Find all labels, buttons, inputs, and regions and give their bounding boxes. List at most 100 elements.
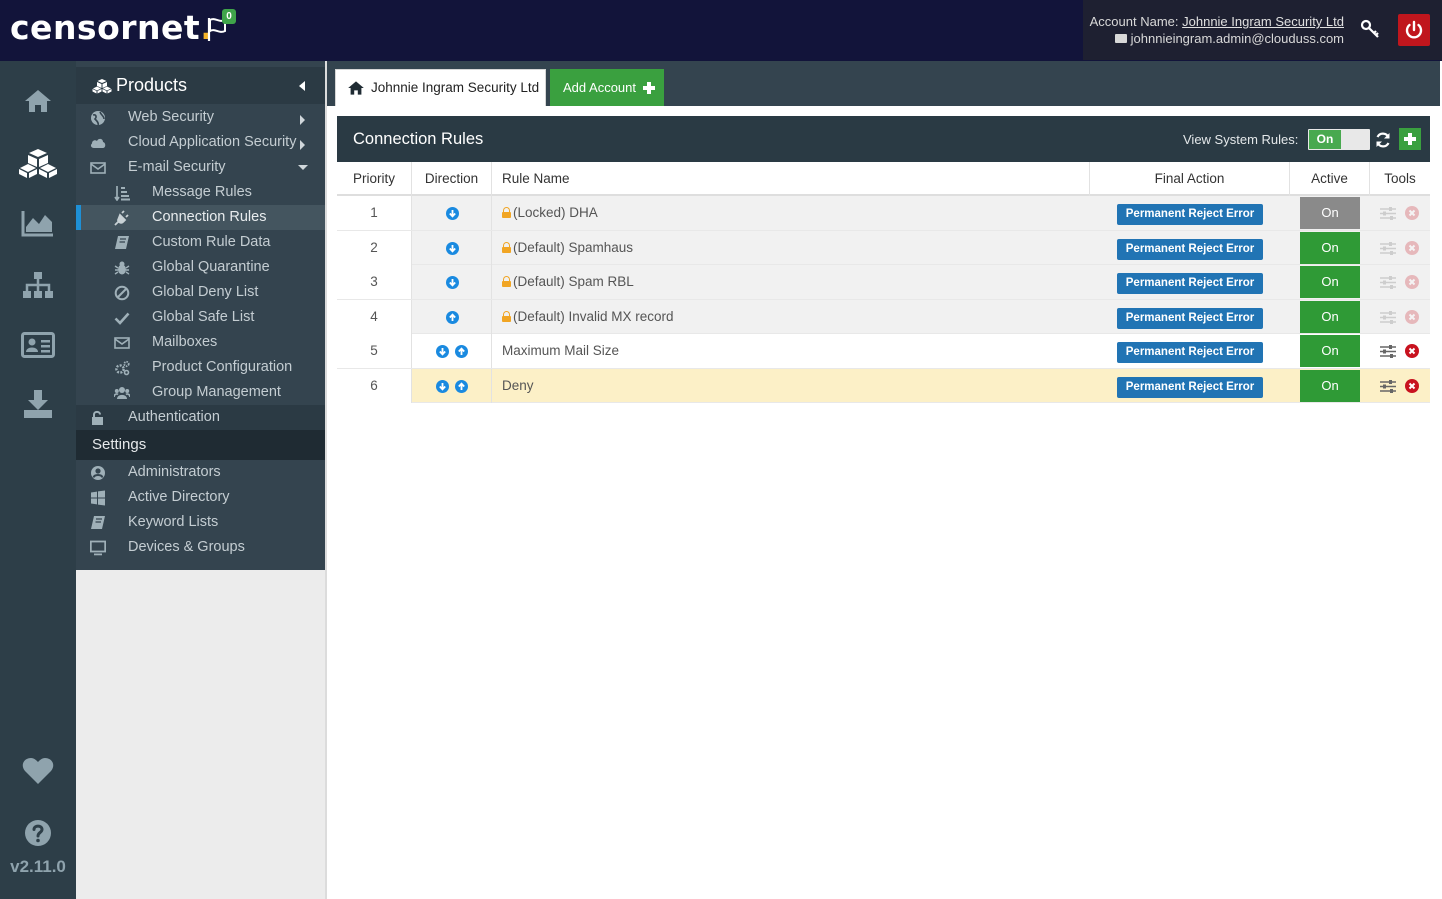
- collapse-caret-icon[interactable]: [299, 81, 305, 91]
- final-action-badge[interactable]: Permanent Reject Error: [1117, 238, 1263, 260]
- active-toggle[interactable]: On: [1300, 266, 1360, 298]
- rail-products[interactable]: [0, 138, 76, 188]
- sidebar-item-global-deny-list[interactable]: Global Deny List: [76, 280, 325, 305]
- settings-sliders-icon[interactable]: [1380, 310, 1396, 324]
- column-header-direction[interactable]: Direction: [412, 162, 492, 196]
- rule-name-cell[interactable]: (Default) Spam RBL: [502, 265, 1082, 299]
- bug-icon: [114, 261, 130, 275]
- rule-name-cell[interactable]: (Default) Spamhaus: [502, 231, 1082, 265]
- lock-icon: [502, 241, 511, 253]
- delete-rule-icon[interactable]: [1405, 344, 1419, 358]
- settings-sliders-icon[interactable]: [1380, 276, 1396, 289]
- active-toggle[interactable]: On: [1300, 335, 1360, 367]
- rule-direction: [412, 334, 492, 368]
- sidebar-item-cloud-app-security[interactable]: Cloud Application Security: [76, 130, 325, 155]
- refresh-icon[interactable]: [1374, 131, 1392, 149]
- rule-name-cell[interactable]: (Locked) DHA: [502, 196, 1082, 230]
- sort-icon: [114, 186, 130, 201]
- settings-sliders-icon[interactable]: [1380, 345, 1396, 358]
- settings-sliders-icon[interactable]: [1380, 379, 1396, 393]
- key-icon[interactable]: [1360, 18, 1382, 40]
- logout-power-button[interactable]: [1398, 14, 1430, 46]
- final-action-badge[interactable]: Permanent Reject Error: [1117, 204, 1263, 225]
- user-card-icon: [21, 332, 55, 358]
- final-action-badge[interactable]: Permanent Reject Error: [1117, 342, 1263, 363]
- rail-reports[interactable]: [0, 198, 76, 248]
- rail-help[interactable]: [0, 808, 76, 858]
- sidebar-item-global-safe-list[interactable]: Global Safe List: [76, 305, 325, 330]
- sidebar-item-label: Custom Rule Data: [152, 234, 271, 250]
- rail-users[interactable]: [0, 320, 76, 370]
- sidebar-item-administrators[interactable]: Administrators: [76, 460, 325, 485]
- final-action-badge[interactable]: Permanent Reject Error: [1117, 376, 1263, 398]
- add-account-button[interactable]: Add Account: [550, 69, 664, 106]
- sidebar-item-active-directory[interactable]: Active Directory: [76, 485, 325, 510]
- rule-name-cell[interactable]: Deny: [502, 369, 1082, 403]
- sidebar-item-authentication[interactable]: Authentication: [76, 405, 325, 430]
- rule-name-cell[interactable]: (Default) Invalid MX record: [502, 300, 1082, 334]
- page-title: Connection Rules: [353, 130, 484, 148]
- sidebar-item-email-security[interactable]: E-mail Security: [76, 155, 325, 180]
- delete-rule-icon[interactable]: [1405, 378, 1419, 393]
- rule-priority: 5: [337, 334, 412, 368]
- rail-favourites[interactable]: [0, 746, 76, 796]
- settings-sliders-icon[interactable]: [1380, 241, 1396, 255]
- active-toggle[interactable]: On: [1300, 231, 1360, 264]
- sidebar-item-keyword-lists[interactable]: Keyword Lists: [76, 510, 325, 535]
- rule-priority: 3: [337, 265, 412, 299]
- sidebar-item-web-security[interactable]: Web Security: [76, 105, 325, 130]
- products-cubes-icon: [19, 149, 57, 178]
- products-header[interactable]: Products: [76, 67, 325, 104]
- rule-name-cell[interactable]: Maximum Mail Size: [502, 334, 1082, 368]
- settings-sliders-icon[interactable]: [1380, 207, 1396, 220]
- delete-rule-icon[interactable]: [1405, 206, 1419, 220]
- sidebar-item-custom-rule-data[interactable]: Custom Rule Data: [76, 230, 325, 255]
- table-row[interactable]: 4 (Default) Invalid MX record Permanent Re…: [337, 299, 1430, 334]
- final-action-badge[interactable]: Permanent Reject Error: [1117, 273, 1263, 294]
- view-system-rules-toggle[interactable]: On: [1308, 129, 1370, 150]
- sidebar-item-connection-rules[interactable]: Connection Rules: [76, 205, 325, 230]
- sidebar-item-devices-groups[interactable]: Devices & Groups: [76, 535, 325, 560]
- active-cell: On: [1290, 231, 1370, 265]
- sidebar-item-group-management[interactable]: Group Management: [76, 380, 325, 405]
- delete-rule-icon[interactable]: [1405, 275, 1419, 289]
- rail-downloads[interactable]: [0, 379, 76, 429]
- table-row[interactable]: 2 (Default) Spamhaus Permanent Reject Erro…: [337, 230, 1430, 265]
- sidebar-item-label: Keyword Lists: [128, 514, 219, 530]
- outbound-arrow-icon: [445, 310, 459, 324]
- table-row[interactable]: 1 (Locked) DHA Permanent Reject Error On: [337, 196, 1430, 231]
- check-icon: [114, 312, 130, 325]
- account-name-link[interactable]: Johnnie Ingram Security Ltd: [1182, 14, 1344, 29]
- active-cell: On: [1290, 369, 1370, 403]
- active-toggle[interactable]: On: [1300, 197, 1360, 229]
- delete-rule-icon[interactable]: [1405, 240, 1419, 255]
- sidebar-item-label: Connection Rules: [152, 209, 267, 225]
- table-row[interactable]: 5 Maximum Mail Size Permanent Reject Error…: [337, 334, 1430, 369]
- active-toggle[interactable]: On: [1300, 300, 1360, 333]
- sidebar-item-product-configuration[interactable]: Product Configuration: [76, 355, 325, 380]
- tools-cell: [1370, 369, 1430, 403]
- settings-header[interactable]: Settings: [76, 430, 325, 460]
- column-header-rule-name[interactable]: Rule Name: [492, 162, 1090, 196]
- lock-icon: [502, 276, 511, 287]
- column-header-active[interactable]: Active: [1290, 162, 1370, 196]
- tab-account-home[interactable]: Johnnie Ingram Security Ltd: [335, 69, 546, 106]
- rail-home[interactable]: [0, 76, 76, 126]
- final-action-badge[interactable]: Permanent Reject Error: [1117, 307, 1263, 329]
- table-row[interactable]: 3 (Default) Spam RBL Permanent Reject Erro…: [337, 265, 1430, 300]
- table-row[interactable]: 6 Deny Permanent Reject Error On: [337, 368, 1430, 403]
- account-name-line: Account Name: Johnnie Ingram Security Lt…: [1090, 14, 1344, 29]
- book-icon: [115, 236, 129, 249]
- column-header-final-action[interactable]: Final Action: [1090, 162, 1290, 196]
- active-toggle[interactable]: On: [1300, 369, 1360, 402]
- delete-rule-icon[interactable]: [1405, 309, 1419, 324]
- final-action-cell: Permanent Reject Error: [1090, 334, 1290, 368]
- sidebar-item-global-quarantine[interactable]: Global Quarantine: [76, 255, 325, 280]
- sidebar-item-mailboxes[interactable]: Mailboxes: [76, 330, 325, 355]
- sidebar-item-message-rules[interactable]: Message Rules: [76, 180, 325, 205]
- rail-network[interactable]: [0, 260, 76, 310]
- add-rule-button[interactable]: [1399, 128, 1421, 150]
- column-header-priority[interactable]: Priority: [337, 162, 412, 196]
- rule-priority: 6: [337, 368, 412, 403]
- censornet-logo[interactable]: censornet.: [10, 8, 213, 47]
